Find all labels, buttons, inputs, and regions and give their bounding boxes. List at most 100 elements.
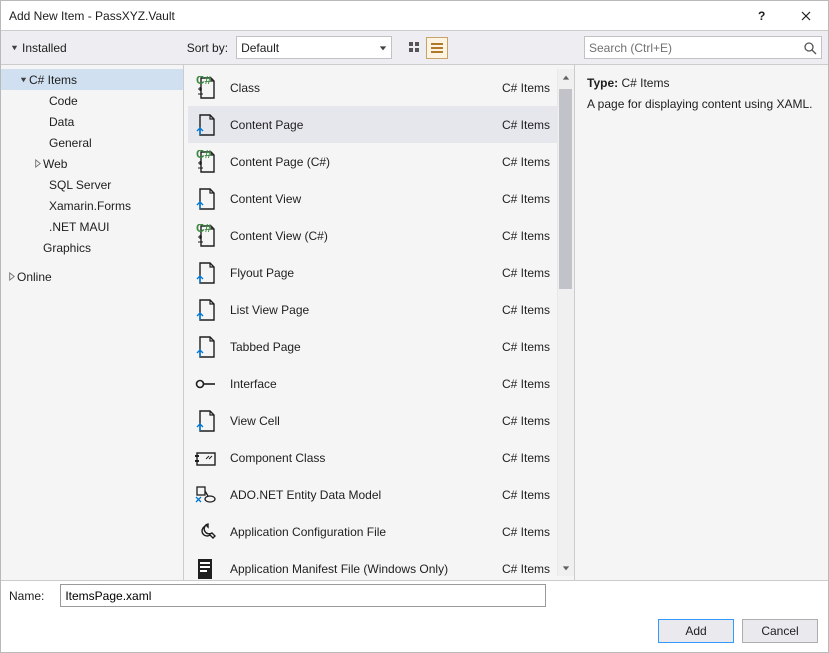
- template-category: C# Items: [502, 81, 550, 95]
- scroll-up-icon[interactable]: [557, 69, 574, 86]
- template-name: Flyout Page: [230, 266, 490, 280]
- template-item[interactable]: Application Configuration FileC# Items: [188, 513, 574, 550]
- name-input[interactable]: [60, 584, 546, 607]
- cancel-button[interactable]: Cancel: [742, 619, 818, 643]
- list-view-button[interactable]: [426, 37, 448, 59]
- category-tree: C# Items Code Data General Web SQL Serve…: [1, 65, 184, 580]
- template-icon: C#: [194, 76, 218, 100]
- template-category: C# Items: [502, 414, 550, 428]
- tree-node-online[interactable]: Online: [1, 266, 183, 287]
- template-name: Application Manifest File (Windows Only): [230, 562, 490, 576]
- scroll-thumb[interactable]: [559, 89, 572, 289]
- scroll-down-icon[interactable]: [557, 559, 574, 576]
- template-category: C# Items: [502, 340, 550, 354]
- svg-text:C#: C#: [196, 150, 212, 161]
- sortby-label: Sort by:: [187, 41, 228, 55]
- template-item[interactable]: C#Content View (C#)C# Items: [188, 217, 574, 254]
- button-bar: Add Cancel: [1, 610, 828, 652]
- tree-node-sqlserver[interactable]: SQL Server: [1, 174, 183, 195]
- titlebar: Add New Item - PassXYZ.Vault ?: [1, 1, 828, 31]
- template-name: Component Class: [230, 451, 490, 465]
- dialog-window: Add New Item - PassXYZ.Vault ? Installed…: [0, 0, 829, 653]
- search-icon: [803, 41, 817, 55]
- template-icon: [194, 113, 218, 137]
- installed-label: Installed: [22, 41, 67, 55]
- tree-node-general[interactable]: General: [1, 132, 183, 153]
- template-icon: [194, 261, 218, 285]
- toolbar: Installed Sort by: Default Search (Ctrl+…: [1, 31, 828, 65]
- template-category: C# Items: [502, 525, 550, 539]
- tree-node-graphics[interactable]: Graphics: [1, 237, 183, 258]
- template-category: C# Items: [502, 488, 550, 502]
- view-toggle: [404, 37, 448, 59]
- scrollbar[interactable]: [557, 69, 574, 576]
- expand-icon: [5, 272, 17, 281]
- template-item[interactable]: Tabbed Page C# Items: [188, 328, 574, 365]
- template-icon: [194, 483, 218, 507]
- name-bar: Name:: [1, 580, 828, 610]
- template-item[interactable]: Content ViewC# Items: [188, 180, 574, 217]
- details-pane: Type: C# Items A page for displaying con…: [574, 65, 828, 580]
- tree-node-code[interactable]: Code: [1, 90, 183, 111]
- collapse-icon: [10, 43, 19, 52]
- template-item[interactable]: C# Class C# Items: [188, 69, 574, 106]
- installed-root[interactable]: Installed: [7, 41, 70, 55]
- template-category: C# Items: [502, 155, 550, 169]
- template-name: Class: [230, 81, 490, 95]
- template-name: Content Page: [230, 118, 490, 132]
- template-category: C# Items: [502, 303, 550, 317]
- template-icon: [194, 446, 218, 470]
- tree-node-xamarin[interactable]: Xamarin.Forms: [1, 195, 183, 216]
- close-button[interactable]: [783, 1, 828, 30]
- tree-node-web[interactable]: Web: [1, 153, 183, 174]
- template-category: C# Items: [502, 192, 550, 206]
- template-icon: [194, 520, 218, 544]
- template-item[interactable]: InterfaceC# Items: [188, 365, 574, 402]
- search-input[interactable]: Search (Ctrl+E): [584, 36, 822, 59]
- template-name: ADO.NET Entity Data Model: [230, 488, 490, 502]
- template-icon: [194, 557, 218, 581]
- type-line: Type: C# Items: [587, 76, 816, 90]
- template-icon: [194, 372, 218, 396]
- template-pane: C#ClassC# ItemsContent PageC# ItemsC#Con…: [184, 65, 574, 580]
- sort-dropdown[interactable]: Default: [236, 36, 392, 59]
- template-list[interactable]: C#ClassC# ItemsContent PageC# ItemsC#Con…: [184, 65, 574, 580]
- type-label: Type:: [587, 76, 618, 90]
- template-icon: [194, 409, 218, 433]
- tree-node-maui[interactable]: .NET MAUI: [1, 216, 183, 237]
- template-item[interactable]: View Cell C# Items: [188, 402, 574, 439]
- template-item[interactable]: Flyout PageC# Items: [188, 254, 574, 291]
- svg-text:C#: C#: [196, 224, 212, 235]
- template-item[interactable]: List View Page C# Items: [188, 291, 574, 328]
- template-item[interactable]: Application Manifest File (Windows Only)…: [188, 550, 574, 580]
- tree-node-csharp-items[interactable]: C# Items: [1, 69, 183, 90]
- template-icon: [194, 335, 218, 359]
- template-name: View Cell: [230, 414, 490, 428]
- template-icon: C#: [194, 150, 218, 174]
- help-button[interactable]: ?: [738, 1, 783, 30]
- tree-node-data[interactable]: Data: [1, 111, 183, 132]
- template-item[interactable]: Content PageC# Items: [188, 106, 574, 143]
- template-name: List View Page: [230, 303, 490, 317]
- template-item[interactable]: C#Content Page (C#)C# Items: [188, 143, 574, 180]
- template-icon: [194, 187, 218, 211]
- collapse-icon: [17, 75, 29, 84]
- template-name: Tabbed Page: [230, 340, 490, 354]
- tree-label: C# Items: [29, 73, 77, 87]
- template-item[interactable]: ADO.NET Entity Data Model C# Items: [188, 476, 574, 513]
- template-category: C# Items: [502, 229, 550, 243]
- window-title: Add New Item - PassXYZ.Vault: [9, 9, 738, 23]
- search-placeholder: Search (Ctrl+E): [589, 41, 672, 55]
- expand-icon: [31, 159, 43, 168]
- dialog-body: C# Items Code Data General Web SQL Serve…: [1, 65, 828, 580]
- svg-text:?: ?: [758, 11, 765, 21]
- name-label: Name:: [9, 589, 44, 603]
- sort-value: Default: [241, 41, 279, 55]
- grid-view-button[interactable]: [404, 37, 426, 59]
- add-button[interactable]: Add: [658, 619, 734, 643]
- template-icon: [194, 298, 218, 322]
- template-item[interactable]: Component Class C# Items: [188, 439, 574, 476]
- template-category: C# Items: [502, 451, 550, 465]
- svg-text:C#: C#: [196, 76, 212, 87]
- template-category: C# Items: [502, 377, 550, 391]
